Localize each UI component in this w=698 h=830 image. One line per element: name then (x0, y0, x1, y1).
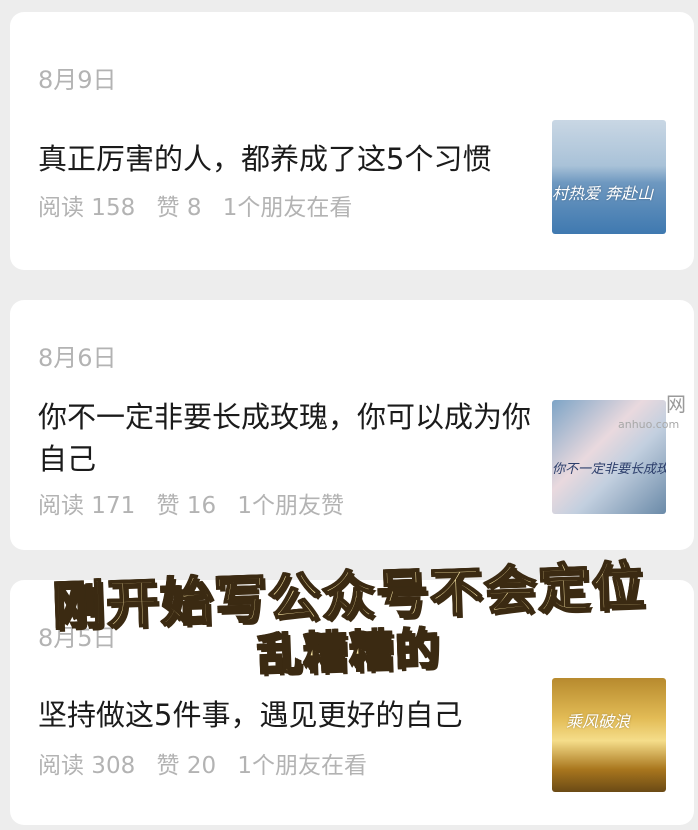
friends-liked: 1个朋友赞 (237, 493, 345, 519)
read-count: 阅读 171 (38, 493, 136, 519)
friends-watching: 1个朋友在看 (222, 195, 353, 221)
article-stats: 阅读 171 赞 16 1个朋友赞 (38, 486, 358, 520)
read-count: 阅读 158 (38, 195, 136, 221)
article-card[interactable]: 8月9日 真正厉害的人，都养成了这5个习惯 阅读 158 赞 8 1个朋友在看 … (10, 12, 694, 270)
article-date: 8月6日 (38, 344, 117, 372)
article-date: 8月9日 (38, 66, 117, 94)
article-title[interactable]: 真正厉害的人，都养成了这5个习惯 (38, 138, 538, 180)
article-thumbnail[interactable]: 村热爱 奔赴山 (552, 120, 666, 234)
thumbnail-caption: 村热爱 奔赴山 (552, 184, 654, 203)
article-title[interactable]: 坚持做这5件事，遇见更好的自己 (38, 694, 538, 736)
article-history-page: 8月9日 真正厉害的人，都养成了这5个习惯 阅读 158 赞 8 1个朋友在看 … (0, 0, 698, 830)
like-count: 赞 16 (156, 493, 217, 519)
article-stats: 阅读 158 赞 8 1个朋友在看 (38, 188, 366, 222)
watermark-url: anhuo.com (618, 418, 680, 431)
watermark-logo: 网 (666, 392, 686, 416)
thumbnail-caption: 你不一定非要长成玫 (552, 462, 666, 477)
article-card[interactable]: 8月6日 你不一定非要长成玫瑰，你可以成为你自己 阅读 171 赞 16 1个朋… (10, 300, 694, 550)
like-count: 赞 8 (156, 195, 202, 221)
article-thumbnail[interactable]: 乘风破浪 (552, 678, 666, 792)
friends-watching: 1个朋友在看 (237, 753, 368, 779)
thumbnail-caption: 乘风破浪 (566, 712, 631, 731)
read-count: 阅读 308 (38, 753, 136, 779)
article-stats: 阅读 308 赞 20 1个朋友在看 (38, 746, 381, 780)
like-count: 赞 20 (156, 753, 217, 779)
article-title[interactable]: 你不一定非要长成玫瑰，你可以成为你自己 (38, 396, 538, 480)
